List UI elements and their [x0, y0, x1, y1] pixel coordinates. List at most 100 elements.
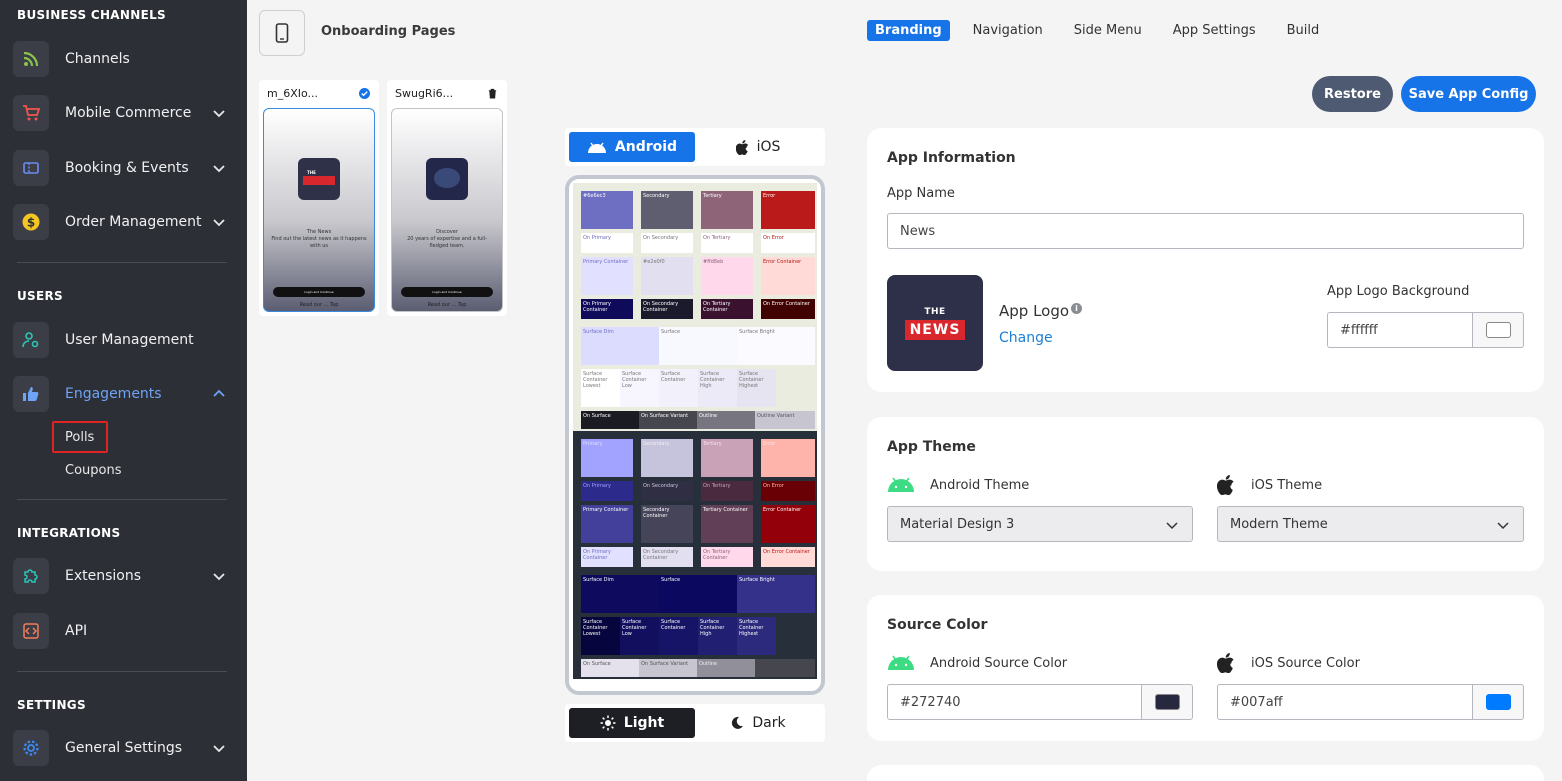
ios-theme-select[interactable]: Modern Theme [1217, 506, 1524, 542]
platform-toggle: Android iOS [565, 128, 825, 166]
swatch-surface-dim: Surface Dim [581, 327, 659, 365]
logo-background-color-picker[interactable] [1473, 312, 1524, 348]
swatch-surface: Surface [659, 327, 737, 365]
onboarding-pages-title: Onboarding Pages [321, 24, 456, 39]
app-name-label: App Name [887, 186, 955, 201]
change-logo-link[interactable]: Change [999, 330, 1053, 346]
onboarding-card[interactable]: SwugRi6... Discover 20 years of expertis… [387, 80, 507, 316]
check-circle-icon [359, 88, 370, 99]
swatch-on-primary: On Primary [581, 233, 633, 253]
sidebar-item-extensions[interactable]: Extensions [13, 558, 233, 594]
onboarding-login-button: Login and Continue [273, 287, 365, 297]
config-tabs: Branding Navigation Side Menu App Settin… [867, 20, 1342, 41]
dark-label: Dark [752, 715, 786, 731]
app-logo-image: THE NEWS [887, 275, 983, 371]
sidebar-item-order-management[interactable]: $ Order Management [13, 204, 233, 240]
section-users: USERS [17, 289, 63, 303]
chevron-down-icon[interactable] [211, 105, 227, 121]
swatch-primary-container: Primary Container [581, 505, 633, 543]
sidebar-subitem-polls[interactable]: Polls [65, 430, 94, 445]
sidebar-item-label: Mobile Commerce [65, 105, 192, 121]
news-logo-thumbnail: THE [298, 158, 340, 200]
sidebar-item-booking-events[interactable]: Booking & Events [13, 150, 233, 186]
info-icon[interactable]: i [1071, 303, 1082, 314]
swatch-surface-dim: Surface Dim [581, 575, 659, 613]
chevron-down-icon[interactable] [211, 740, 227, 756]
swatch-surface-container-high: Surface Container High [698, 369, 737, 407]
swatch-surface-container-high: Surface Container High [698, 617, 737, 655]
android-source-color-picker[interactable] [1142, 684, 1193, 720]
swatch-surface-container: Surface Container [659, 617, 698, 655]
swatch-secondary: Secondary [641, 439, 693, 477]
color-swatch [1485, 694, 1511, 710]
chevron-down-icon[interactable] [211, 160, 227, 176]
tab-navigation[interactable]: Navigation [965, 20, 1051, 41]
swatch-surface-container: Surface Container [659, 369, 698, 407]
save-app-config-button[interactable]: Save App Config [1401, 76, 1536, 112]
swatch-on-tertiary: On Tertiary [701, 233, 753, 253]
ios-label: iOS [756, 139, 781, 155]
sidebar-subitem-coupons[interactable]: Coupons [65, 463, 122, 478]
section-integrations: INTEGRATIONS [17, 526, 121, 540]
swatch-on-surface: On Surface [581, 411, 639, 429]
swatch-surface-container-highest: Surface Container Highest [737, 369, 776, 407]
android-theme-select[interactable]: Material Design 3 [887, 506, 1193, 542]
swatch-outline-variant: Outline Variant [755, 411, 815, 429]
swatch-on-tertiary: On Tertiary [701, 481, 753, 501]
device-preview-button[interactable] [259, 10, 305, 56]
swatch-on-secondary: On Secondary [641, 481, 693, 501]
sidebar-item-label: Engagements [65, 386, 162, 402]
sidebar-item-user-management[interactable]: User Management [13, 322, 233, 358]
tab-build[interactable]: Build [1279, 20, 1328, 41]
logo-background-input[interactable]: #ffffff [1327, 312, 1473, 348]
light-mode-button[interactable]: Light [569, 708, 695, 738]
sidebar-item-label: Booking & Events [65, 160, 189, 176]
trash-icon[interactable] [487, 88, 498, 99]
sidebar-item-engagements[interactable]: Engagements [13, 376, 233, 412]
app-logo-label: App Logo [999, 302, 1070, 320]
cart-icon [13, 95, 49, 131]
onboarding-login-button: Login and Continue [401, 287, 493, 297]
thumbs-up-icon [13, 376, 49, 412]
source-color-title: Source Color [887, 617, 988, 633]
swatch-on-error-container: On Error Container [761, 547, 815, 567]
ios-source-color-input[interactable]: #007aff [1217, 684, 1473, 720]
sidebar: BUSINESS CHANNELS Channels Mobile Commer… [0, 0, 247, 781]
android-toggle-button[interactable]: Android [569, 132, 695, 162]
chevron-down-icon[interactable] [211, 214, 227, 230]
swatch-on-error: On Error [761, 233, 815, 253]
onboarding-footer: Read our ... Tap [427, 302, 467, 308]
android-source-color-input[interactable]: #272740 [887, 684, 1142, 720]
chevron-up-icon[interactable] [211, 386, 227, 402]
rss-icon [13, 41, 49, 77]
sidebar-item-general-settings[interactable]: General Settings [13, 730, 233, 766]
tab-branding[interactable]: Branding [867, 20, 950, 41]
dark-palette: Primary Secondary Tertiary Error On Prim… [573, 431, 817, 679]
onboarding-card[interactable]: m_6XIo... THE The News Find out the late… [259, 80, 379, 316]
tab-app-settings[interactable]: App Settings [1165, 20, 1264, 41]
light-label: Light [623, 715, 665, 731]
sun-icon [600, 715, 616, 731]
swatch-outline: Outline [697, 659, 755, 677]
apple-icon [1217, 475, 1234, 495]
ios-source-color-picker[interactable] [1473, 684, 1524, 720]
swatch-on-tertiary-container: On Tertiary Container [701, 299, 753, 319]
dark-mode-button[interactable]: Dark [695, 708, 821, 738]
sidebar-item-mobile-commerce[interactable]: Mobile Commerce [13, 95, 233, 131]
swatch-surface-bright: Surface Bright [737, 327, 815, 365]
source-color-panel: Source Color Android Source Color iOS So… [867, 595, 1544, 741]
tab-side-menu[interactable]: Side Menu [1066, 20, 1150, 41]
android-label: Android [614, 139, 678, 155]
gear-icon [13, 730, 49, 766]
sidebar-item-channels[interactable]: Channels [13, 41, 233, 77]
restore-button[interactable]: Restore [1312, 76, 1393, 112]
ios-toggle-button[interactable]: iOS [695, 132, 821, 162]
sidebar-item-api[interactable]: API [13, 613, 233, 649]
app-name-input[interactable]: News [887, 213, 1524, 249]
ios-source-color-label: iOS Source Color [1251, 656, 1360, 671]
onboarding-card-name: SwugRi6... [395, 87, 454, 100]
divider [17, 671, 227, 672]
chevron-down-icon [1497, 522, 1509, 530]
swatch-secondary-container: #e2e0f0 [641, 257, 693, 295]
chevron-down-icon[interactable] [211, 568, 227, 584]
